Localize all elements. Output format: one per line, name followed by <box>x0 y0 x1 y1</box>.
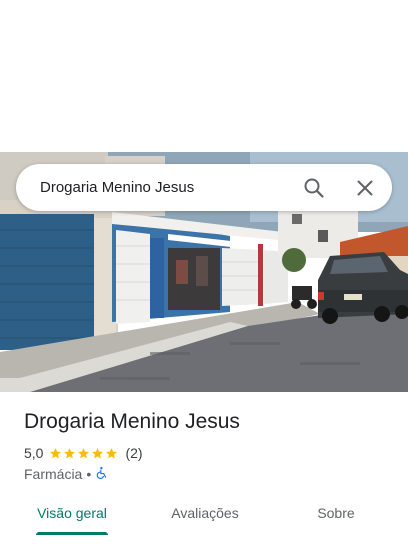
search-icon[interactable] <box>302 176 326 200</box>
close-icon[interactable] <box>353 176 377 200</box>
star-icon <box>50 447 62 458</box>
rating-row[interactable]: 5,0 (2) <box>24 443 143 463</box>
tab-reviews[interactable]: Avaliações <box>160 494 250 532</box>
review-count[interactable]: (2) <box>125 445 142 461</box>
map-area-blank <box>0 0 408 152</box>
tab-about[interactable]: Sobre <box>300 494 372 532</box>
active-tab-indicator <box>36 532 108 535</box>
place-page: Drogaria Menino Jesus Drogaria Menino Je… <box>0 0 408 544</box>
place-tabs: Visão geral Avaliações Sobre <box>0 494 408 536</box>
wheelchair-icon <box>95 466 109 483</box>
tab-overview[interactable]: Visão geral <box>30 494 114 532</box>
star-icon <box>92 447 104 458</box>
category-row: Farmácia • <box>24 464 109 484</box>
star-icon <box>78 447 90 458</box>
search-input[interactable]: Drogaria Menino Jesus <box>40 164 194 211</box>
place-title: Drogaria Menino Jesus <box>24 410 240 433</box>
rating-value: 5,0 <box>24 445 44 461</box>
star-icon <box>106 447 118 458</box>
search-bar[interactable]: Drogaria Menino Jesus <box>16 164 392 211</box>
star-icon <box>64 447 76 458</box>
separator-dot: • <box>86 466 92 482</box>
place-category[interactable]: Farmácia <box>24 466 82 482</box>
star-rating <box>49 447 119 460</box>
